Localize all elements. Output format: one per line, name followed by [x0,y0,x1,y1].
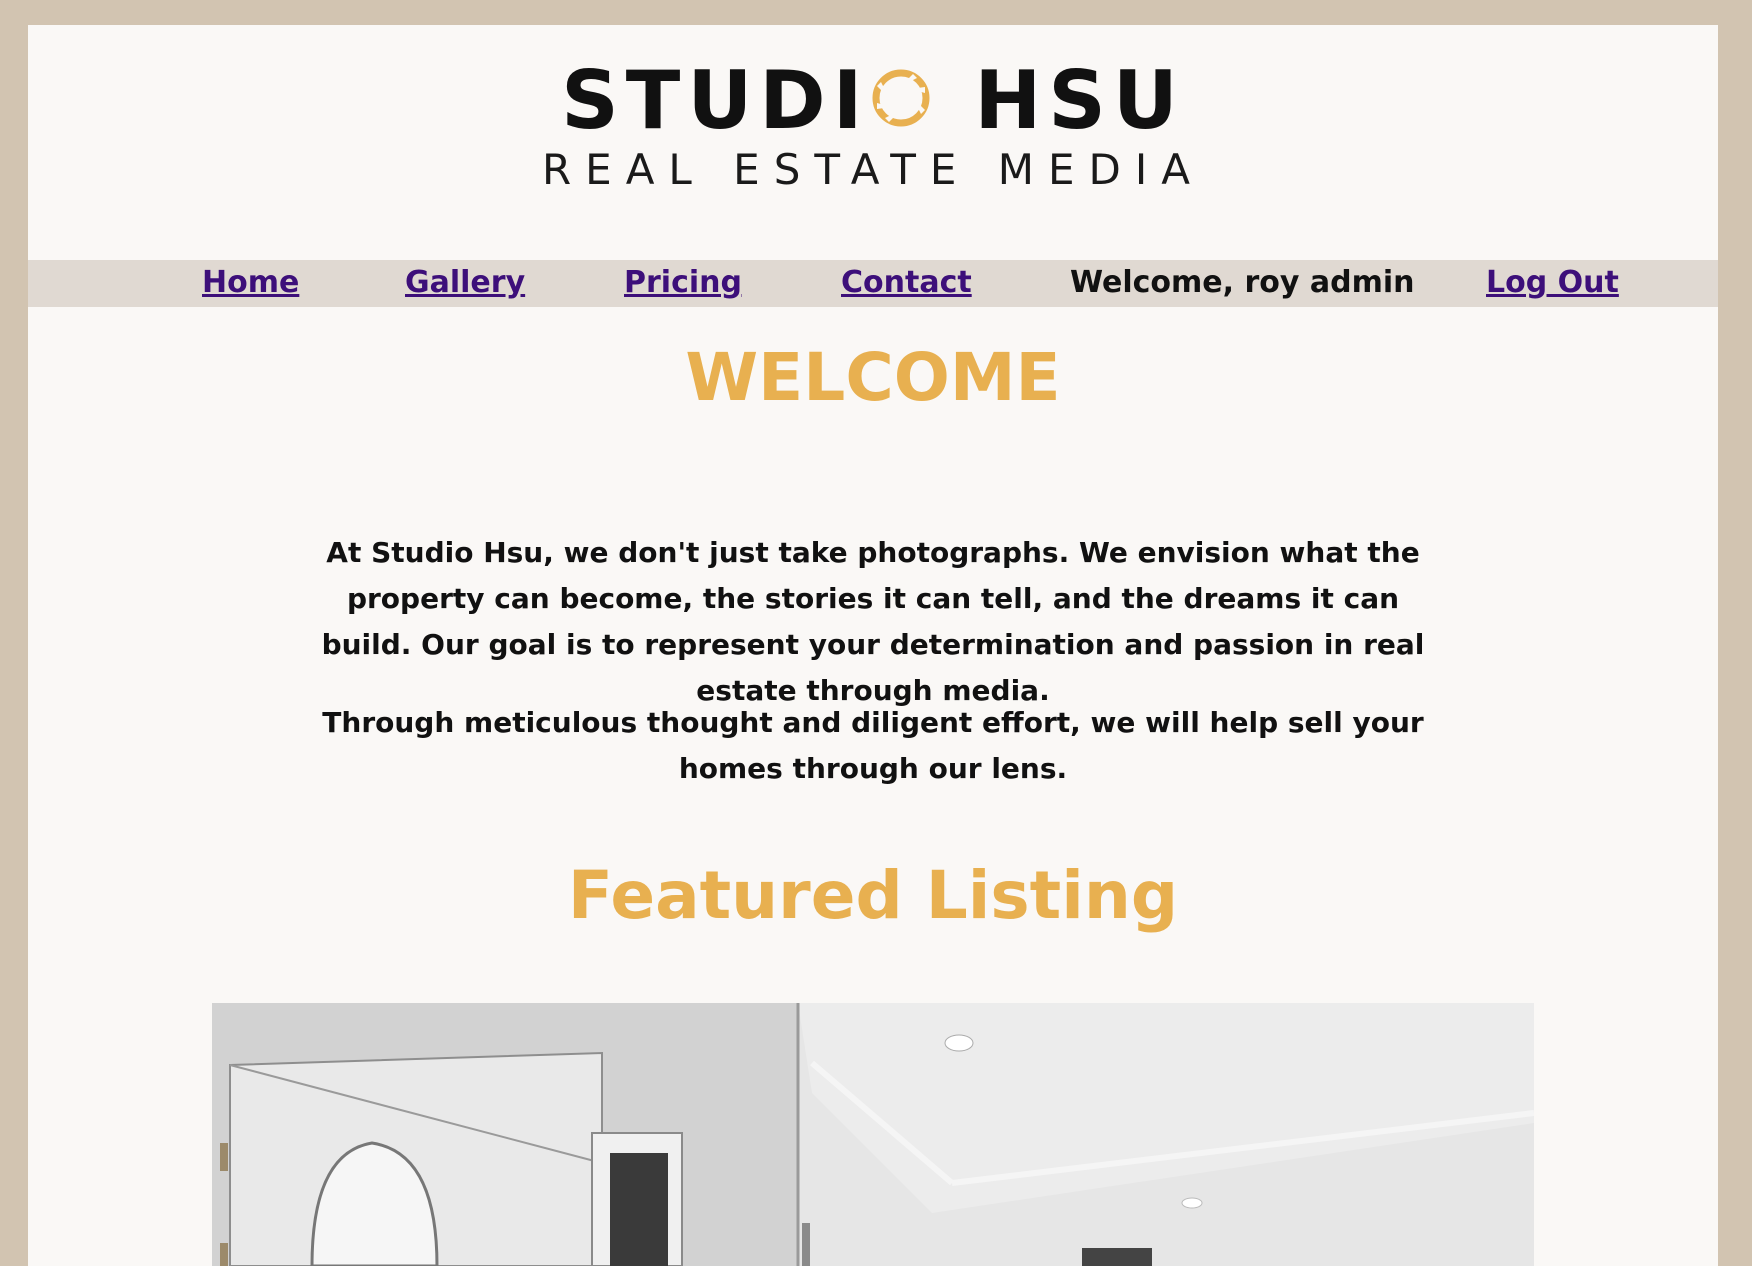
logo-text-studio: STUDI [561,54,870,147]
logo-wordmark: STUDI HSU [28,61,1718,141]
intro-paragraph-2: Through meticulous thought and diligent … [322,706,1424,785]
welcome-heading: WELCOME [685,339,1061,416]
featured-listing-heading: Featured Listing [567,857,1179,934]
logout-link[interactable]: Log Out [1486,266,1619,300]
welcome-user-text: Welcome, roy admin [1070,265,1415,300]
nav-home-link[interactable]: Home [202,266,299,300]
page-container: STUDI HSU REAL ESTATE MEDIA Home Gallery… [28,25,1718,1266]
logo-text-hsu: HSU [974,54,1185,147]
nav-pricing-link[interactable]: Pricing [624,266,742,300]
site-logo[interactable]: STUDI HSU REAL ESTATE MEDIA [28,25,1718,260]
interior-photo-illustration [212,1003,1534,1266]
aperture-icon [872,69,930,127]
logo-tagline: REAL ESTATE MEDIA [541,145,1205,194]
intro-paragraph: At Studio Hsu, we don't just take photog… [321,536,1425,707]
nav-gallery-link[interactable]: Gallery [405,266,525,300]
featured-listing-photo[interactable] [212,1003,1534,1266]
main-nav: Home Gallery Pricing Contact Welcome, ro… [28,260,1718,307]
nav-contact-link[interactable]: Contact [841,266,972,300]
